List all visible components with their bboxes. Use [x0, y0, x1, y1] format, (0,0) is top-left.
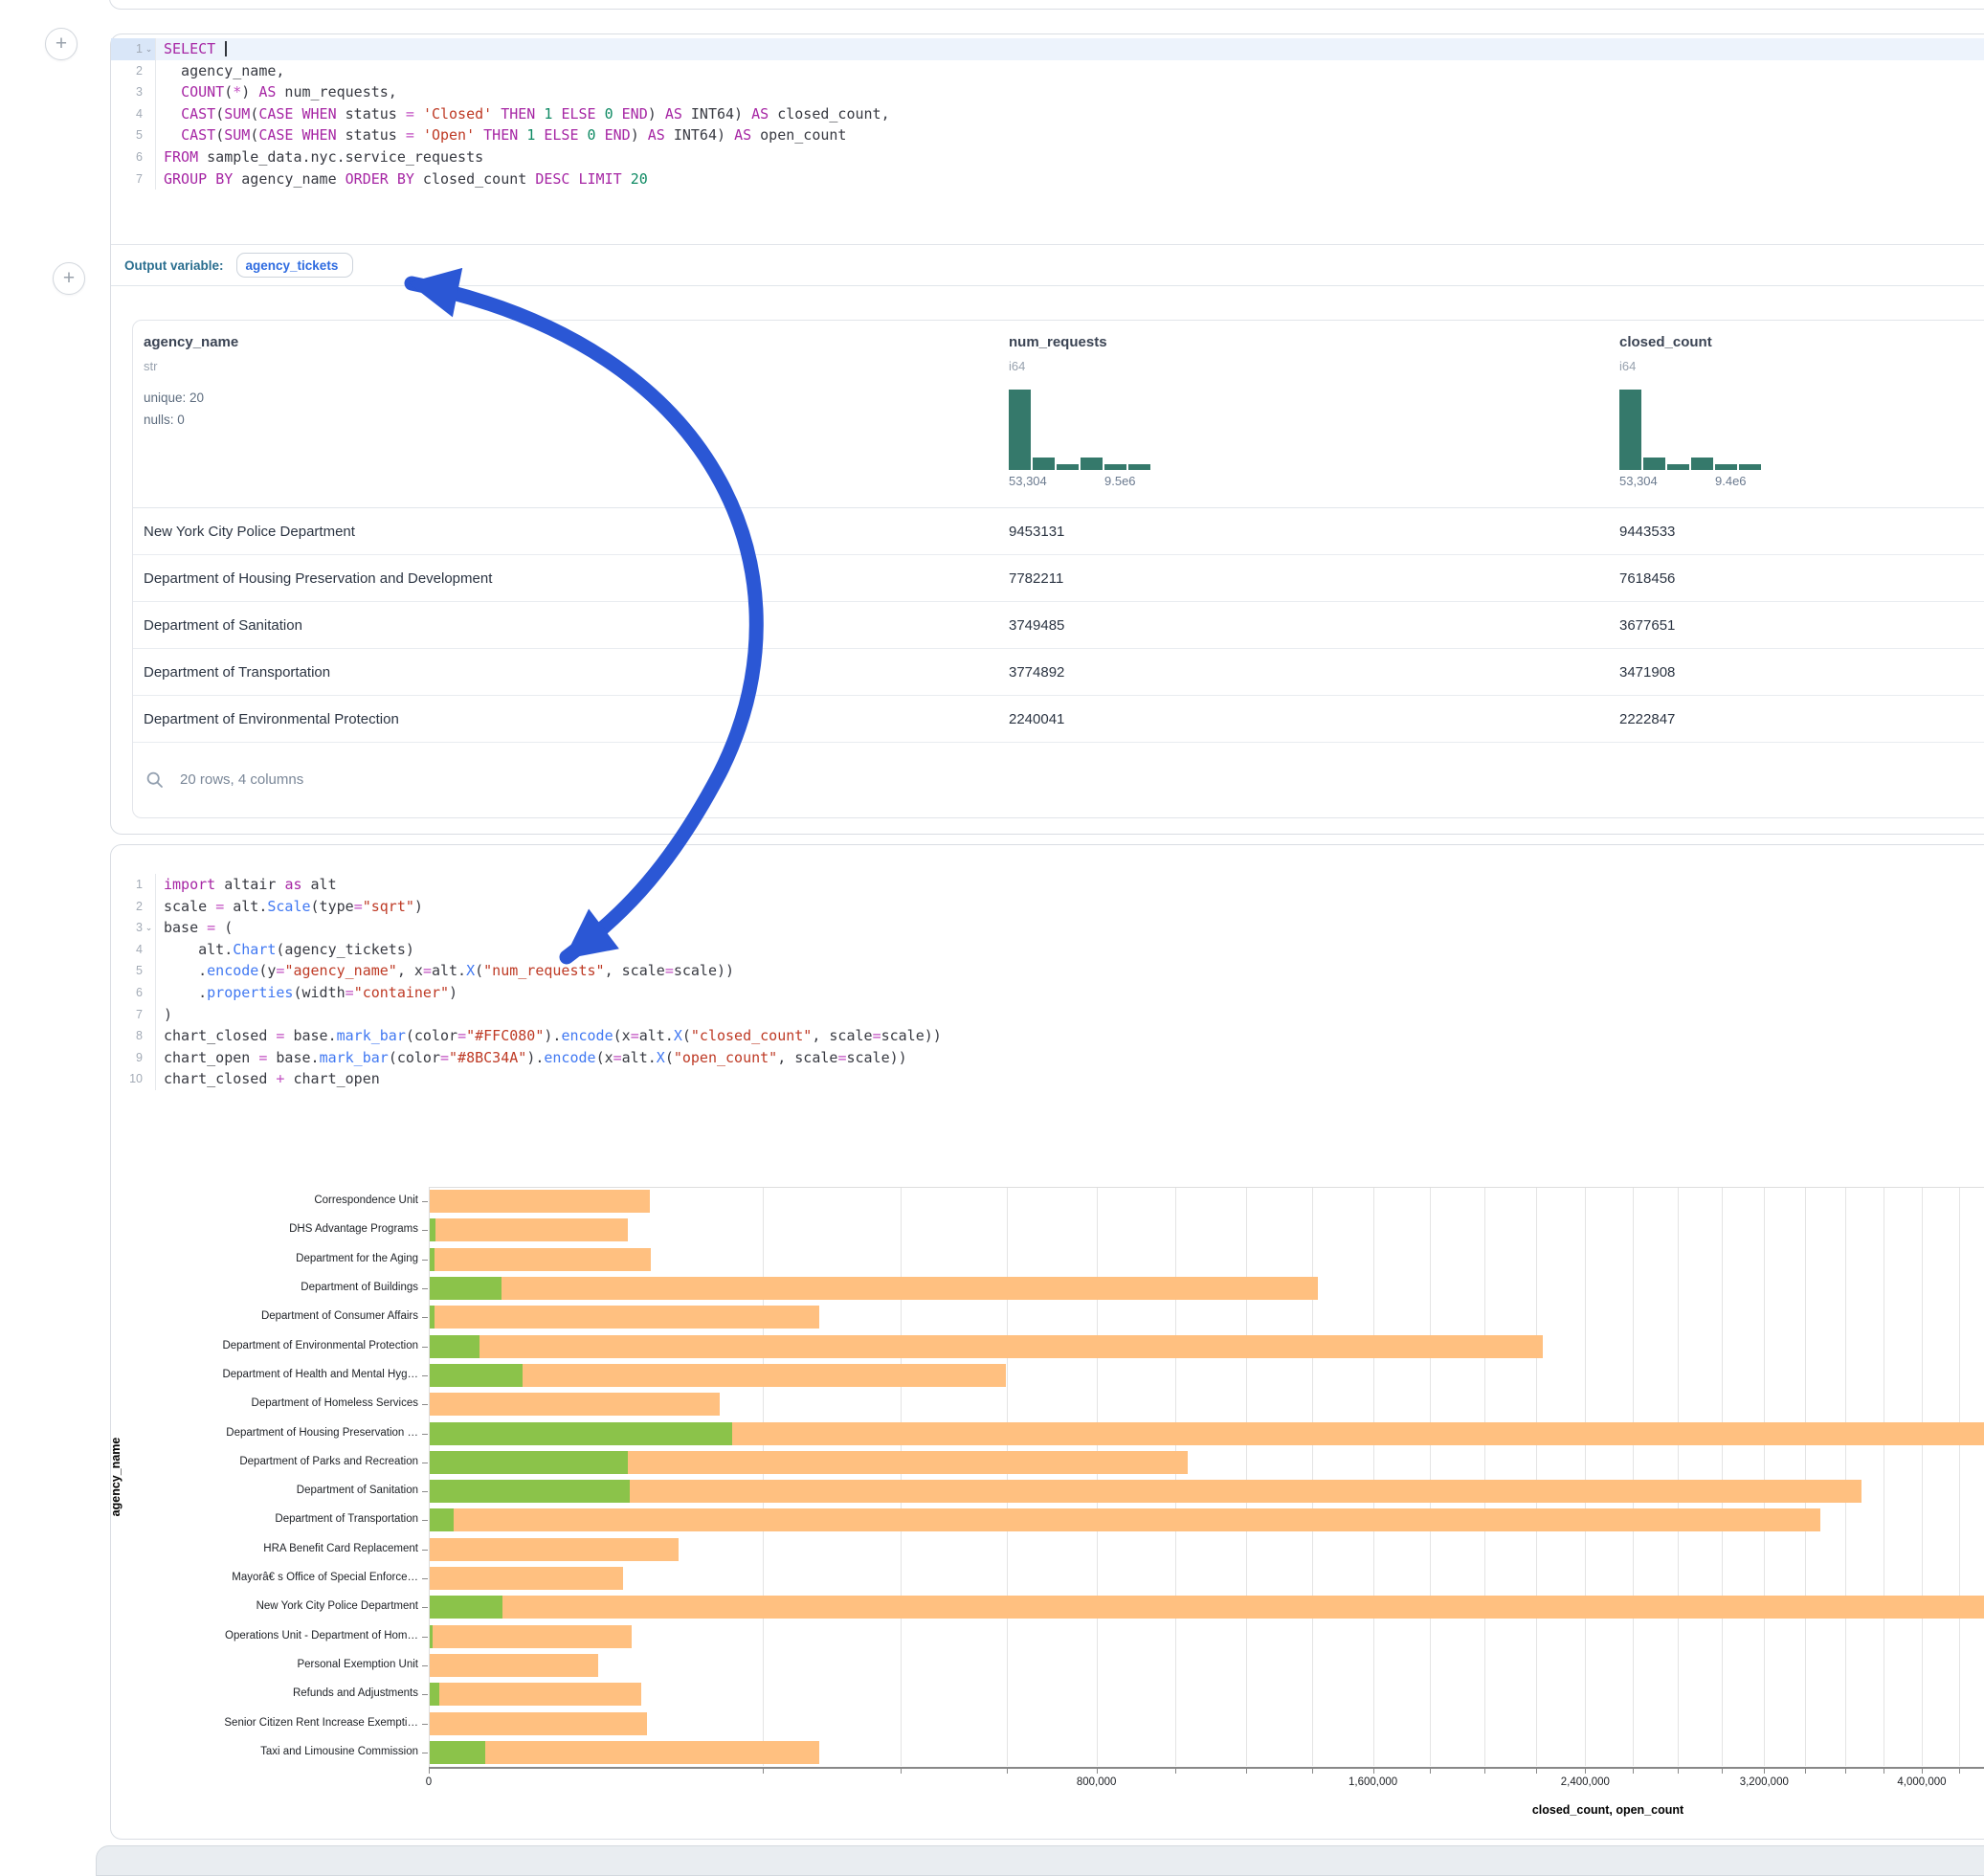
code-line: 1⌄SELECT — [111, 38, 1984, 60]
code-line: 5 CAST(SUM(CASE WHEN status = 'Open' THE… — [111, 124, 1984, 146]
fold-chevron-icon[interactable]: ⌄ — [143, 917, 155, 939]
code-line: 6 .properties(width="container") — [111, 982, 1984, 1004]
table-cell: 2222847 — [1619, 696, 1675, 743]
table-row[interactable]: Department of Sanitation 3749485 3677651 — [133, 601, 1984, 649]
code-line: 3 COUNT(*) AS num_requests, — [111, 81, 1984, 103]
notebook-cell-python: 1import altair as alt2scale = alt.Scale(… — [110, 844, 1984, 1840]
table-cell: 2240041 — [1009, 696, 1064, 743]
table-cell: Department of Housing Preservation and D… — [144, 555, 492, 602]
table-row-count: 20 rows, 4 columns — [180, 771, 303, 788]
histogram-max-label: 9.4e6 — [1715, 474, 1747, 488]
code-line: 7GROUP BY agency_name ORDER BY closed_co… — [111, 168, 1984, 190]
histogram-min-label: 53,304 — [1619, 474, 1658, 488]
code-line: 2scale = alt.Scale(type="sqrt") — [111, 896, 1984, 918]
table-footer: 20 rows, 4 columns — [133, 742, 1984, 816]
code-line: 9chart_open = base.mark_bar(color="#8BC3… — [111, 1047, 1984, 1069]
output-variable-pill[interactable]: agency_tickets — [236, 253, 353, 278]
column-header: closed_count — [1619, 334, 1712, 350]
code-line: 5 .encode(y="agency_name", x=alt.X("num_… — [111, 960, 1984, 982]
code-line: 3⌄base = ( — [111, 917, 1984, 939]
table-cell: 7618456 — [1619, 555, 1675, 602]
python-editor[interactable]: 1import altair as alt2scale = alt.Scale(… — [111, 870, 1984, 1090]
add-cell-button[interactable]: + — [45, 28, 78, 60]
table-cell: New York City Police Department — [144, 508, 355, 555]
table-cell: 3471908 — [1619, 649, 1675, 696]
table-cell: Department of Environmental Protection — [144, 696, 399, 743]
column-histogram — [1619, 390, 1761, 470]
output-variable-strip: Output variable: agency_tickets — [111, 244, 1984, 286]
table-cell: 9453131 — [1009, 508, 1064, 555]
notebook-cell-sql: 1⌄SELECT 2 agency_name,3 COUNT(*) AS num… — [110, 34, 1984, 835]
previous-cell-fragment — [109, 0, 1984, 10]
table-row[interactable]: Department of Housing Preservation and D… — [133, 554, 1984, 602]
search-icon[interactable] — [145, 770, 165, 790]
column-header: agency_name — [144, 334, 238, 350]
table-cell: 3774892 — [1009, 649, 1064, 696]
table-row[interactable]: Department of Environmental Protection 22… — [133, 695, 1984, 743]
column-type: str — [144, 359, 157, 373]
histogram-min-label: 53,304 — [1009, 474, 1047, 488]
output-variable-label: Output variable: — [124, 258, 224, 273]
table-cell: 3677651 — [1619, 602, 1675, 649]
fold-chevron-icon[interactable]: ⌄ — [143, 38, 155, 60]
add-cell-button[interactable]: + — [53, 262, 85, 295]
column-type: i64 — [1009, 359, 1025, 373]
code-line: 4 alt.Chart(agency_tickets) — [111, 939, 1984, 961]
next-cell-bar — [96, 1845, 1984, 1876]
code-line: 8chart_closed = base.mark_bar(color="#FF… — [111, 1025, 1984, 1047]
sql-editor[interactable]: 1⌄SELECT 2 agency_name,3 COUNT(*) AS num… — [111, 34, 1984, 190]
code-line: 1import altair as alt — [111, 874, 1984, 896]
table-cell: Department of Transportation — [144, 649, 330, 696]
column-type: i64 — [1619, 359, 1636, 373]
code-line: 4 CAST(SUM(CASE WHEN status = 'Closed' T… — [111, 103, 1984, 125]
histogram-max-label: 9.5e6 — [1104, 474, 1136, 488]
code-line: 2 agency_name, — [111, 60, 1984, 82]
result-table: 20 rows, 4 columns agency_namestr unique:… — [132, 320, 1984, 818]
table-cell: 7782211 — [1009, 555, 1063, 602]
column-stat: nulls: 0 — [144, 413, 185, 427]
table-cell: 3749485 — [1009, 602, 1064, 649]
column-stat: unique: 20 — [144, 391, 204, 405]
column-header: num_requests — [1009, 334, 1107, 350]
code-line: 6FROM sample_data.nyc.service_requests — [111, 146, 1984, 168]
column-histogram — [1009, 390, 1150, 470]
table-row[interactable]: New York City Police Department 9453131 94… — [133, 507, 1984, 555]
table-cell: Department of Sanitation — [144, 602, 302, 649]
table-cell: 9443533 — [1619, 508, 1675, 555]
code-line: 7) — [111, 1004, 1984, 1026]
table-row[interactable]: Department of Transportation 3774892 34719… — [133, 648, 1984, 696]
code-line: 10chart_closed + chart_open — [111, 1068, 1984, 1090]
